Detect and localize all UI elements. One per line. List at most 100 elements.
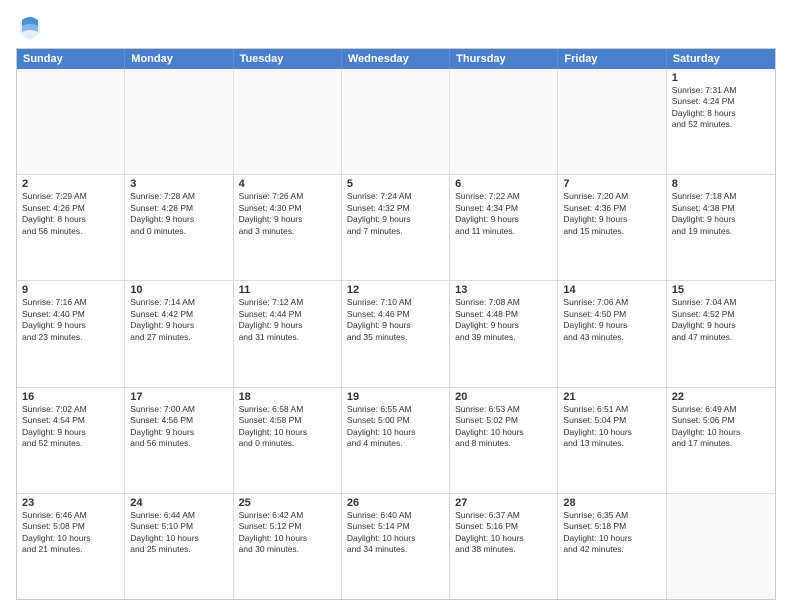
day-number: 2 [22, 178, 119, 190]
day-info: Sunrise: 6:53 AM Sunset: 5:02 PM Dayligh… [455, 404, 552, 450]
calendar-row-1: 2Sunrise: 7:29 AM Sunset: 4:26 PM Daylig… [17, 175, 775, 281]
weekday-header-tuesday: Tuesday [234, 49, 342, 69]
day-cell-20: 20Sunrise: 6:53 AM Sunset: 5:02 PM Dayli… [450, 388, 558, 493]
calendar-header: SundayMondayTuesdayWednesdayThursdayFrid… [17, 49, 775, 69]
day-info: Sunrise: 7:08 AM Sunset: 4:48 PM Dayligh… [455, 297, 552, 343]
weekday-header-thursday: Thursday [450, 49, 558, 69]
day-cell-13: 13Sunrise: 7:08 AM Sunset: 4:48 PM Dayli… [450, 281, 558, 386]
day-cell-8: 8Sunrise: 7:18 AM Sunset: 4:38 PM Daylig… [667, 175, 775, 280]
day-cell-21: 21Sunrise: 6:51 AM Sunset: 5:04 PM Dayli… [558, 388, 666, 493]
day-number: 23 [22, 497, 119, 509]
day-cell-empty-0-5 [558, 69, 666, 174]
day-number: 22 [672, 391, 770, 403]
day-number: 14 [563, 284, 660, 296]
day-info: Sunrise: 6:44 AM Sunset: 5:10 PM Dayligh… [130, 510, 227, 556]
day-cell-27: 27Sunrise: 6:37 AM Sunset: 5:16 PM Dayli… [450, 494, 558, 599]
day-cell-19: 19Sunrise: 6:55 AM Sunset: 5:00 PM Dayli… [342, 388, 450, 493]
day-cell-15: 15Sunrise: 7:04 AM Sunset: 4:52 PM Dayli… [667, 281, 775, 386]
day-cell-10: 10Sunrise: 7:14 AM Sunset: 4:42 PM Dayli… [125, 281, 233, 386]
day-number: 4 [239, 178, 336, 190]
day-info: Sunrise: 6:40 AM Sunset: 5:14 PM Dayligh… [347, 510, 444, 556]
day-cell-24: 24Sunrise: 6:44 AM Sunset: 5:10 PM Dayli… [125, 494, 233, 599]
calendar-row-4: 23Sunrise: 6:46 AM Sunset: 5:08 PM Dayli… [17, 494, 775, 599]
page: SundayMondayTuesdayWednesdayThursdayFrid… [0, 0, 792, 612]
day-number: 11 [239, 284, 336, 296]
day-cell-1: 1Sunrise: 7:31 AM Sunset: 4:24 PM Daylig… [667, 69, 775, 174]
day-cell-11: 11Sunrise: 7:12 AM Sunset: 4:44 PM Dayli… [234, 281, 342, 386]
day-number: 21 [563, 391, 660, 403]
weekday-header-friday: Friday [558, 49, 666, 69]
day-number: 1 [672, 72, 770, 84]
day-info: Sunrise: 7:18 AM Sunset: 4:38 PM Dayligh… [672, 191, 770, 237]
day-cell-6: 6Sunrise: 7:22 AM Sunset: 4:34 PM Daylig… [450, 175, 558, 280]
day-cell-23: 23Sunrise: 6:46 AM Sunset: 5:08 PM Dayli… [17, 494, 125, 599]
day-cell-empty-4-6 [667, 494, 775, 599]
header [16, 12, 776, 40]
day-number: 10 [130, 284, 227, 296]
day-cell-3: 3Sunrise: 7:28 AM Sunset: 4:28 PM Daylig… [125, 175, 233, 280]
day-cell-14: 14Sunrise: 7:06 AM Sunset: 4:50 PM Dayli… [558, 281, 666, 386]
day-cell-empty-0-3 [342, 69, 450, 174]
day-number: 27 [455, 497, 552, 509]
day-number: 13 [455, 284, 552, 296]
calendar-row-3: 16Sunrise: 7:02 AM Sunset: 4:54 PM Dayli… [17, 388, 775, 494]
weekday-header-wednesday: Wednesday [342, 49, 450, 69]
day-info: Sunrise: 7:10 AM Sunset: 4:46 PM Dayligh… [347, 297, 444, 343]
day-number: 8 [672, 178, 770, 190]
day-cell-26: 26Sunrise: 6:40 AM Sunset: 5:14 PM Dayli… [342, 494, 450, 599]
day-cell-7: 7Sunrise: 7:20 AM Sunset: 4:36 PM Daylig… [558, 175, 666, 280]
day-info: Sunrise: 7:29 AM Sunset: 4:26 PM Dayligh… [22, 191, 119, 237]
day-number: 3 [130, 178, 227, 190]
weekday-header-saturday: Saturday [667, 49, 775, 69]
day-info: Sunrise: 6:58 AM Sunset: 4:58 PM Dayligh… [239, 404, 336, 450]
day-cell-22: 22Sunrise: 6:49 AM Sunset: 5:06 PM Dayli… [667, 388, 775, 493]
day-number: 16 [22, 391, 119, 403]
day-info: Sunrise: 7:26 AM Sunset: 4:30 PM Dayligh… [239, 191, 336, 237]
day-info: Sunrise: 7:14 AM Sunset: 4:42 PM Dayligh… [130, 297, 227, 343]
day-info: Sunrise: 7:31 AM Sunset: 4:24 PM Dayligh… [672, 85, 770, 131]
calendar-row-0: 1Sunrise: 7:31 AM Sunset: 4:24 PM Daylig… [17, 69, 775, 175]
day-number: 20 [455, 391, 552, 403]
day-cell-empty-0-4 [450, 69, 558, 174]
day-info: Sunrise: 7:06 AM Sunset: 4:50 PM Dayligh… [563, 297, 660, 343]
day-number: 28 [563, 497, 660, 509]
day-cell-4: 4Sunrise: 7:26 AM Sunset: 4:30 PM Daylig… [234, 175, 342, 280]
day-info: Sunrise: 6:35 AM Sunset: 5:18 PM Dayligh… [563, 510, 660, 556]
day-cell-9: 9Sunrise: 7:16 AM Sunset: 4:40 PM Daylig… [17, 281, 125, 386]
logo [16, 12, 48, 40]
day-info: Sunrise: 7:22 AM Sunset: 4:34 PM Dayligh… [455, 191, 552, 237]
day-cell-2: 2Sunrise: 7:29 AM Sunset: 4:26 PM Daylig… [17, 175, 125, 280]
day-number: 19 [347, 391, 444, 403]
day-cell-28: 28Sunrise: 6:35 AM Sunset: 5:18 PM Dayli… [558, 494, 666, 599]
day-number: 26 [347, 497, 444, 509]
day-info: Sunrise: 6:55 AM Sunset: 5:00 PM Dayligh… [347, 404, 444, 450]
day-cell-18: 18Sunrise: 6:58 AM Sunset: 4:58 PM Dayli… [234, 388, 342, 493]
day-info: Sunrise: 7:28 AM Sunset: 4:28 PM Dayligh… [130, 191, 227, 237]
day-info: Sunrise: 6:46 AM Sunset: 5:08 PM Dayligh… [22, 510, 119, 556]
calendar: SundayMondayTuesdayWednesdayThursdayFrid… [16, 48, 776, 600]
day-number: 5 [347, 178, 444, 190]
day-info: Sunrise: 7:04 AM Sunset: 4:52 PM Dayligh… [672, 297, 770, 343]
day-cell-12: 12Sunrise: 7:10 AM Sunset: 4:46 PM Dayli… [342, 281, 450, 386]
day-cell-17: 17Sunrise: 7:00 AM Sunset: 4:56 PM Dayli… [125, 388, 233, 493]
logo-icon [16, 12, 44, 40]
day-number: 18 [239, 391, 336, 403]
day-info: Sunrise: 6:51 AM Sunset: 5:04 PM Dayligh… [563, 404, 660, 450]
day-number: 24 [130, 497, 227, 509]
calendar-row-2: 9Sunrise: 7:16 AM Sunset: 4:40 PM Daylig… [17, 281, 775, 387]
day-cell-16: 16Sunrise: 7:02 AM Sunset: 4:54 PM Dayli… [17, 388, 125, 493]
day-info: Sunrise: 6:49 AM Sunset: 5:06 PM Dayligh… [672, 404, 770, 450]
day-info: Sunrise: 6:42 AM Sunset: 5:12 PM Dayligh… [239, 510, 336, 556]
day-number: 25 [239, 497, 336, 509]
day-number: 15 [672, 284, 770, 296]
day-number: 12 [347, 284, 444, 296]
calendar-body: 1Sunrise: 7:31 AM Sunset: 4:24 PM Daylig… [17, 69, 775, 599]
weekday-header-monday: Monday [125, 49, 233, 69]
day-info: Sunrise: 7:02 AM Sunset: 4:54 PM Dayligh… [22, 404, 119, 450]
day-number: 17 [130, 391, 227, 403]
day-info: Sunrise: 6:37 AM Sunset: 5:16 PM Dayligh… [455, 510, 552, 556]
day-number: 7 [563, 178, 660, 190]
day-number: 6 [455, 178, 552, 190]
day-cell-25: 25Sunrise: 6:42 AM Sunset: 5:12 PM Dayli… [234, 494, 342, 599]
day-info: Sunrise: 7:00 AM Sunset: 4:56 PM Dayligh… [130, 404, 227, 450]
